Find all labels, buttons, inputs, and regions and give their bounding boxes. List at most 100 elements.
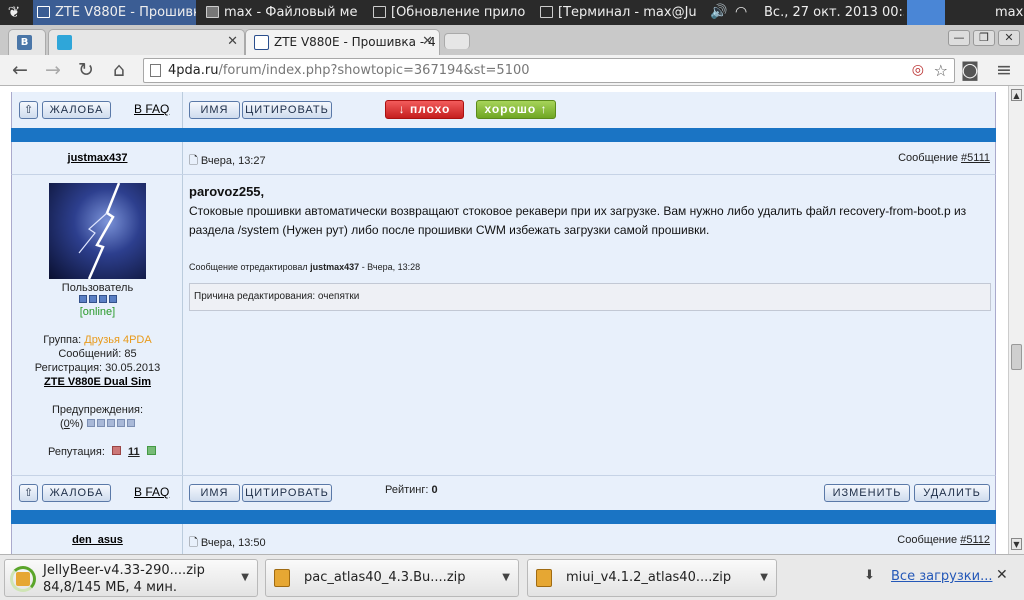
user-registration: Регистрация: 30.05.2013 — [12, 362, 183, 374]
download-arrow-icon: ⬇ — [864, 568, 875, 583]
lightning-avatar-image — [78, 182, 121, 280]
edit-note: Сообщение отредактировал justmax437 - Вч… — [189, 262, 420, 272]
taskbar-item-file-manager[interactable]: max - Файловый ме — [202, 0, 362, 25]
new-tab-button[interactable] — [444, 33, 470, 49]
taskbar-item-updates[interactable]: [Обновление прило — [369, 0, 531, 25]
delete-button[interactable]: УДАЛИТЬ — [914, 484, 990, 502]
close-window-button[interactable]: ✕ — [998, 30, 1020, 46]
taskbar-item-terminal[interactable]: [Терминал - max@Ju — [536, 0, 698, 25]
reputation-plus-icon[interactable] — [146, 446, 156, 455]
post-date: 🗋 Вчера, 13:27 — [189, 152, 266, 171]
post-date-text: Вчера, 13:27 — [200, 155, 266, 167]
star-icon[interactable]: ☆ — [934, 59, 948, 82]
wifi-icon[interactable]: ◠ — [735, 0, 755, 25]
user-device-link[interactable]: ZTE V880E Dual Sim — [12, 376, 183, 388]
forward-icon[interactable]: → — [41, 58, 65, 82]
tab-vk[interactable]: В — [8, 29, 46, 55]
faq-link[interactable]: В FAQ — [134, 102, 169, 116]
next-post-date-text: Вчера, 13:50 — [200, 537, 266, 549]
home-icon[interactable]: ⌂ — [107, 58, 131, 82]
post-number-link[interactable]: #5111 — [961, 152, 990, 164]
download-menu-arrow-icon[interactable]: ▼ — [760, 572, 768, 583]
reputation-minus-icon[interactable] — [111, 446, 121, 455]
clock[interactable]: Вс., 27 окт. 2013 00:59 — [764, 0, 904, 25]
edit-button[interactable]: ИЗМЕНИТЬ — [824, 484, 910, 502]
faq-link[interactable]: В FAQ — [134, 485, 169, 499]
reputation-label: Репутация: — [48, 446, 105, 458]
taskbar-item-label: [Обновление прило — [391, 5, 526, 20]
warnings-label: Предупреждения: — [51, 404, 143, 416]
report-button[interactable]: ЖАЛОБА — [42, 101, 111, 119]
reputation-value[interactable]: 11 — [128, 446, 140, 458]
name-button[interactable]: ИМЯ — [189, 101, 240, 119]
download-item-3[interactable]: miui_v4.1.2_atlas40....zip ▼ — [527, 559, 777, 597]
archive-icon — [16, 572, 30, 586]
arrow-down-icon: ↓ — [398, 102, 410, 116]
online-status: [online] — [79, 306, 116, 318]
address-bar[interactable]: 4pda.ru/forum/index.php?showtopic=367194… — [143, 58, 955, 83]
tab-close-icon[interactable]: ✕ — [227, 30, 238, 54]
scroll-top-icon[interactable]: ⇧ — [19, 484, 38, 502]
post-separator — [11, 510, 996, 524]
cookie-blocked-icon[interactable]: ◎ — [912, 59, 924, 82]
quote-button[interactable]: ЦИТИРОВАТЬ — [242, 101, 332, 119]
next-post-header: den_asus 🗋 Вчера, 13:50 Сообщение #5112 — [11, 524, 996, 554]
post-text: Стоковые прошивки автоматически возвраща… — [189, 204, 967, 237]
scroll-down-icon[interactable]: ▼ — [1011, 538, 1022, 550]
user-rank-pips — [12, 295, 183, 303]
messages-label: Сообщений: — [58, 348, 122, 360]
minimize-button[interactable]: — — [948, 30, 970, 46]
volume-icon[interactable]: 🔊 — [710, 0, 730, 25]
taskbar-item-label: max - Файловый ме — [224, 5, 358, 20]
distro-menu-icon[interactable]: ❦ — [3, 0, 25, 25]
tab-second[interactable]: ✕ — [48, 29, 245, 55]
scrollbar-thumb[interactable] — [1011, 344, 1022, 370]
taskbar-item-browser[interactable]: ZTE V880E - Прошивка — [33, 0, 196, 25]
next-post-number: Сообщение #5112 — [897, 534, 990, 546]
browser-toolbar: ← → ↻ ⌂ 4pda.ru/forum/index.php?showtopi… — [0, 55, 1024, 86]
reload-icon[interactable]: ↻ — [74, 58, 98, 82]
next-post-author[interactable]: den_asus — [12, 534, 183, 546]
extension-icon[interactable]: ◙ — [958, 58, 982, 82]
download-menu-arrow-icon[interactable]: ▼ — [502, 572, 510, 583]
rate-good-button[interactable]: хорошо ↑ — [476, 100, 556, 119]
vk-favicon-icon: В — [17, 35, 32, 50]
reg-label: Регистрация: — [34, 362, 103, 374]
post-author-cell: justmax437 — [12, 142, 183, 174]
quote-button[interactable]: ЦИТИРОВАТЬ — [242, 484, 332, 502]
maximize-button[interactable]: ❐ — [973, 30, 995, 46]
avatar[interactable] — [49, 182, 146, 280]
back-icon[interactable]: ← — [8, 58, 32, 82]
download-item-1[interactable]: JellyBeer-v4.33-290....zip 84,8/145 МБ, … — [4, 559, 258, 597]
post-separator — [11, 128, 996, 142]
next-post-author-cell: den_asus — [12, 524, 183, 554]
report-button[interactable]: ЖАЛОБА — [42, 484, 111, 502]
menu-icon[interactable]: ≡ — [992, 58, 1016, 82]
tab-active[interactable]: ZTE V880E - Прошивка - 4 ✕ — [245, 29, 440, 55]
user-group: Группа: Друзья 4PDA — [12, 334, 183, 346]
user-menu[interactable]: max — [995, 0, 1023, 25]
post-body-row: Пользователь [online] Группа: Друзья 4PD… — [11, 175, 996, 476]
warnings-level: (0%) — [60, 418, 136, 430]
author-info: Пользователь [online] Группа: Друзья 4PD… — [12, 175, 183, 476]
group-value: Друзья 4PDA — [84, 334, 152, 346]
all-downloads-link[interactable]: Все загрузки... — [891, 569, 992, 584]
download-menu-arrow-icon[interactable]: ▼ — [241, 572, 249, 583]
post-footer-left: ⇧ ЖАЛОБА В FAQ — [12, 476, 183, 510]
folder-icon — [206, 6, 219, 18]
name-button[interactable]: ИМЯ — [189, 484, 240, 502]
scroll-top-icon[interactable]: ⇧ — [19, 101, 38, 119]
next-post-number-link[interactable]: #5112 — [960, 534, 990, 546]
close-download-bar-icon[interactable]: ✕ — [996, 567, 1008, 583]
notification-icon[interactable] — [907, 0, 945, 25]
rate-bad-button[interactable]: ↓ плохо — [385, 100, 464, 119]
post-author[interactable]: justmax437 — [12, 152, 183, 164]
archive-icon — [536, 569, 552, 587]
scroll-up-icon[interactable]: ▲ — [1011, 89, 1022, 101]
download-item-2[interactable]: pac_atlas40_4.3.Bu....zip ▼ — [265, 559, 519, 597]
system-panel: ❦ ZTE V880E - Прошивка max - Файловый ме… — [0, 0, 1024, 25]
archive-icon — [274, 569, 290, 587]
tab-close-icon[interactable]: ✕ — [422, 30, 433, 54]
download-status: 84,8/145 МБ, 4 мин. — [43, 580, 177, 595]
page-scrollbar[interactable]: ▲ ▼ — [1008, 86, 1024, 554]
